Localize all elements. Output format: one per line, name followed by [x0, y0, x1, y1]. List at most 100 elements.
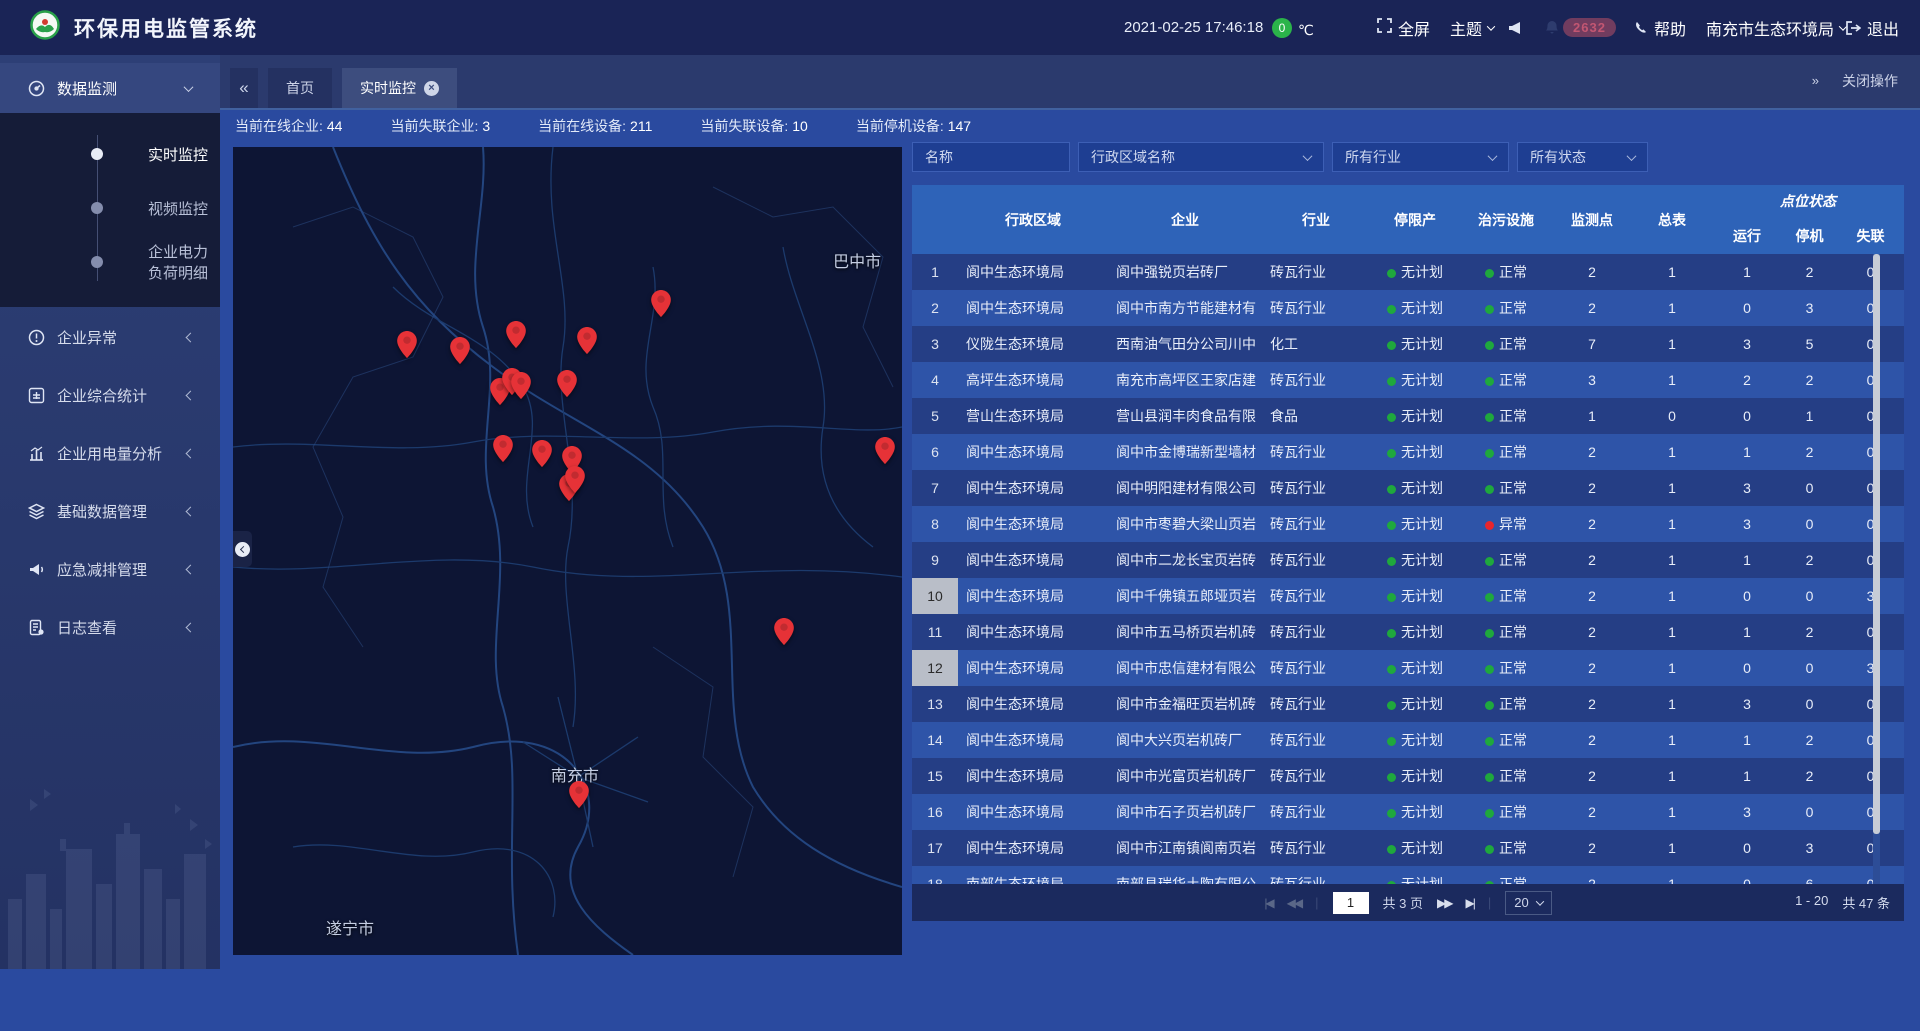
- map-pin-icon[interactable]: [565, 466, 585, 493]
- cell-run: 3: [1712, 516, 1782, 532]
- cell-facility: 正常: [1460, 586, 1552, 606]
- tab-close-icon[interactable]: ×: [424, 81, 439, 96]
- table-row[interactable]: 4高坪生态环境局南充市高坪区王家店建砖瓦行业无计划正常31220: [912, 362, 1904, 398]
- sidebar-section-数据监测[interactable]: 数据监测: [0, 63, 220, 113]
- range-label: 1 - 20: [1795, 893, 1828, 912]
- cell-region: 营山生态环境局: [958, 406, 1108, 426]
- cell-meter: 1: [1632, 264, 1712, 280]
- table-row[interactable]: 18南部生态环境局南部县瑞华土陶有限公砖瓦行业无计划正常21060: [912, 866, 1904, 884]
- prev-page-button[interactable]: ◀◀: [1287, 896, 1301, 910]
- map-pin-icon[interactable]: [651, 290, 671, 317]
- cell-facility: 异常: [1460, 514, 1552, 534]
- sidebar-item-视频监控[interactable]: 视频监控: [0, 181, 220, 235]
- sidebar: 数据监测实时监控视频监控企业电力负荷明细企业异常企业综合统计企业用电量分析基础数…: [0, 55, 220, 969]
- last-page-button[interactable]: ▶|: [1465, 896, 1473, 910]
- notification-count-badge: 2632: [1563, 18, 1616, 37]
- table-row[interactable]: 8阆中生态环境局阆中市枣碧大梁山页岩砖瓦行业无计划异常21300: [912, 506, 1904, 542]
- page-size-select[interactable]: 20: [1505, 891, 1551, 915]
- cell-region: 阆中生态环境局: [958, 586, 1108, 606]
- map-pin-icon[interactable]: [557, 370, 577, 397]
- region-filter-select[interactable]: 行政区域名称: [1078, 142, 1324, 172]
- map-pin-icon[interactable]: [774, 618, 794, 645]
- table-row[interactable]: 5营山生态环境局营山县润丰肉食品有限食品无计划正常10010: [912, 398, 1904, 434]
- cell-industry: 砖瓦行业: [1262, 622, 1370, 642]
- theme-button[interactable]: 主题: [1450, 16, 1494, 40]
- user-org-menu[interactable]: 南充市生态环境局: [1706, 16, 1846, 40]
- sidebar-item-应急减排管理[interactable]: 应急减排管理: [0, 542, 220, 597]
- notifications-button[interactable]: 2632: [1545, 18, 1616, 37]
- cell-meter: 1: [1632, 300, 1712, 316]
- chevron-left-icon: [186, 565, 196, 575]
- tabs-scroll-right-button[interactable]: »: [1812, 73, 1816, 88]
- logout-button[interactable]: 退出: [1846, 16, 1899, 40]
- cell-monitor: 2: [1552, 552, 1632, 568]
- table-row[interactable]: 2阆中生态环境局阆中市南方节能建材有砖瓦行业无计划正常21030: [912, 290, 1904, 326]
- tab-home[interactable]: 首页: [268, 68, 332, 108]
- pagination-bar: |◀ ◀◀ | 共 3 页 ▶▶ ▶| | 20 1 - 20 共 47 条: [912, 884, 1904, 921]
- chevron-left-icon: [186, 449, 196, 459]
- table-row[interactable]: 9阆中生态环境局阆中市二龙长宝页岩砖砖瓦行业无计划正常21120: [912, 542, 1904, 578]
- table-row[interactable]: 11阆中生态环境局阆中市五马桥页岩机砖砖瓦行业无计划正常21120: [912, 614, 1904, 650]
- status-filter-select[interactable]: 所有状态: [1517, 142, 1648, 172]
- map-pin-icon[interactable]: [493, 435, 513, 462]
- col-header-monitor: 监测点: [1552, 185, 1632, 254]
- next-page-button[interactable]: ▶▶: [1437, 896, 1451, 910]
- alert-icon: [28, 329, 45, 346]
- col-header-industry: 行业: [1262, 185, 1370, 254]
- map-pin-icon[interactable]: [569, 781, 589, 808]
- stat-item: 当前在线企业:44: [235, 116, 342, 136]
- table-row[interactable]: 17阆中生态环境局阆中市江南镇阆南页岩砖瓦行业无计划正常21030: [912, 830, 1904, 866]
- map-pin-icon[interactable]: [511, 372, 531, 399]
- map-pin-icon[interactable]: [397, 331, 417, 358]
- cell-stop: 2: [1782, 768, 1837, 784]
- table-row[interactable]: 10阆中生态环境局阆中千佛镇五郎垭页岩砖瓦行业无计划正常21003: [912, 578, 1904, 614]
- help-button[interactable]: 帮助: [1634, 16, 1686, 40]
- industry-filter-select[interactable]: 所有行业: [1332, 142, 1509, 172]
- map-pin-icon[interactable]: [875, 437, 895, 464]
- cell-limit: 无计划: [1370, 298, 1460, 318]
- cell-meter: 1: [1632, 336, 1712, 352]
- row-number: 18: [912, 876, 958, 884]
- first-page-button[interactable]: |◀: [1264, 896, 1272, 910]
- sidebar-item-企业用电量分析[interactable]: 企业用电量分析: [0, 426, 220, 481]
- chevron-left-icon: [186, 623, 196, 633]
- table-row[interactable]: 3仪陇生态环境局西南油气田分公司川中化工无计划正常71350: [912, 326, 1904, 362]
- fullscreen-button[interactable]: 全屏: [1377, 16, 1430, 40]
- map-city-label: 遂宁市: [326, 915, 374, 939]
- table-row[interactable]: 7阆中生态环境局阆中明阳建材有限公司砖瓦行业无计划正常21300: [912, 470, 1904, 506]
- table-row[interactable]: 14阆中生态环境局阆中大兴页岩机砖厂砖瓦行业无计划正常21120: [912, 722, 1904, 758]
- cell-industry: 化工: [1262, 334, 1370, 354]
- map-pin-icon[interactable]: [577, 327, 597, 354]
- sidebar-item-实时监控[interactable]: 实时监控: [0, 127, 220, 181]
- close-operations-button[interactable]: 关闭操作: [1842, 71, 1898, 91]
- map-pin-icon[interactable]: [506, 321, 526, 348]
- scrollbar-thumb[interactable]: [1873, 254, 1880, 834]
- horn-icon: [28, 561, 45, 578]
- table-row[interactable]: 16阆中生态环境局阆中市石子页岩机砖厂砖瓦行业无计划正常21300: [912, 794, 1904, 830]
- chevron-down-icon: [1303, 151, 1313, 161]
- cell-meter: 1: [1632, 876, 1712, 884]
- map-pin-icon[interactable]: [450, 337, 470, 364]
- table-row[interactable]: 6阆中生态环境局阆中市金博瑞新型墙材砖瓦行业无计划正常21120: [912, 434, 1904, 470]
- cell-region: 阆中生态环境局: [958, 730, 1108, 750]
- sidebar-item-日志查看[interactable]: 日志查看: [0, 600, 220, 655]
- table-row[interactable]: 15阆中生态环境局阆中市光富页岩机砖厂砖瓦行业无计划正常21120: [912, 758, 1904, 794]
- page-number-input[interactable]: [1333, 892, 1369, 914]
- stat-item: 当前失联企业:3: [390, 116, 490, 136]
- tabs-scroll-left-button[interactable]: «: [230, 68, 258, 108]
- table-row[interactable]: 12阆中生态环境局阆中市忠信建材有限公砖瓦行业无计划正常21003: [912, 650, 1904, 686]
- sidebar-item-基础数据管理[interactable]: 基础数据管理: [0, 484, 220, 539]
- sidebar-item-企业电力负荷明细[interactable]: 企业电力负荷明细: [0, 235, 220, 289]
- name-filter-input[interactable]: [925, 149, 1057, 165]
- table-row[interactable]: 13阆中生态环境局阆中市金福旺页岩机砖砖瓦行业无计划正常21300: [912, 686, 1904, 722]
- chevron-down-icon: [184, 82, 194, 92]
- map-pin-icon[interactable]: [532, 440, 552, 467]
- sidebar-item-企业综合统计[interactable]: 企业综合统计: [0, 368, 220, 423]
- name-filter-field[interactable]: [912, 142, 1070, 172]
- table-row[interactable]: 1阆中生态环境局阆中强锐页岩砖厂砖瓦行业无计划正常21120: [912, 254, 1904, 290]
- map-panel[interactable]: 巴中市南充市遂宁市: [233, 147, 902, 955]
- sound-button[interactable]: [1508, 21, 1522, 35]
- tab-realtime-monitor[interactable]: 实时监控 ×: [342, 68, 457, 108]
- sidebar-item-企业异常[interactable]: 企业异常: [0, 310, 220, 365]
- sidebar-collapse-handle[interactable]: [233, 531, 252, 567]
